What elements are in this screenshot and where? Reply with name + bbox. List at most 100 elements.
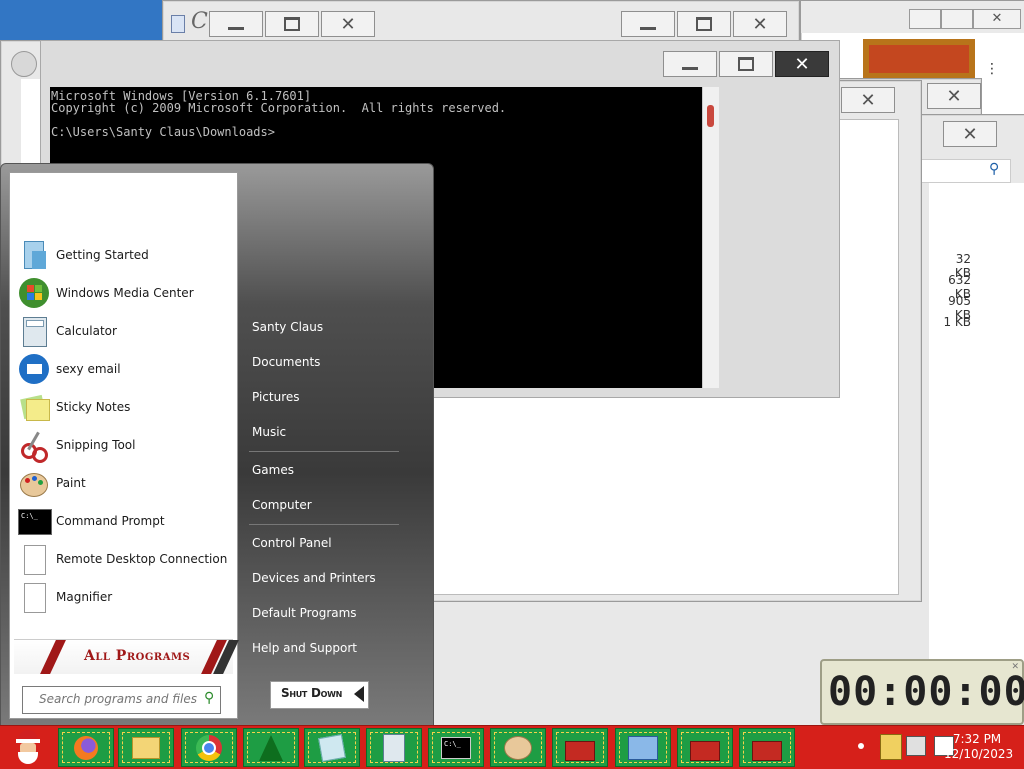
maximize-button[interactable] bbox=[265, 11, 319, 37]
close-button[interactable] bbox=[841, 87, 895, 113]
start-right-computer[interactable]: Computer bbox=[252, 495, 312, 515]
menu-separator bbox=[249, 451, 399, 452]
taskbar-clock[interactable]: 7:32 PM 12/10/2023 bbox=[944, 732, 1014, 762]
minimize-button[interactable] bbox=[621, 11, 675, 37]
close-button[interactable] bbox=[733, 11, 787, 37]
taskbar-chrome[interactable] bbox=[181, 728, 237, 767]
gadget-close-icon[interactable]: ✕ bbox=[1011, 662, 1019, 672]
decorative-stripe bbox=[40, 640, 66, 674]
christmas-tree-icon bbox=[259, 734, 283, 761]
timer-display: 00:00:00 bbox=[828, 669, 1024, 715]
close-button[interactable]: ✕ bbox=[973, 9, 1021, 29]
cmd-icon: C:\_ bbox=[441, 736, 471, 759]
start-search-input[interactable] bbox=[23, 687, 201, 711]
scrollbar-thumb[interactable] bbox=[707, 105, 714, 127]
start-right-games[interactable]: Games bbox=[252, 460, 294, 480]
document-icon bbox=[18, 543, 50, 575]
firefox-icon bbox=[74, 735, 98, 760]
vertical-scrollbar[interactable] bbox=[702, 87, 719, 388]
start-right-help-and-support[interactable]: Help and Support bbox=[252, 638, 357, 658]
back-button[interactable] bbox=[11, 51, 37, 77]
start-item-snipping-tool[interactable]: Snipping Tool bbox=[18, 427, 233, 463]
minimize-button[interactable] bbox=[909, 9, 941, 29]
taskbar-file-explorer[interactable] bbox=[118, 728, 174, 767]
start-item-label: Windows Media Center bbox=[56, 286, 194, 300]
action-center-icon[interactable] bbox=[880, 734, 902, 760]
shutdown-label: Shut Down bbox=[281, 686, 343, 700]
cmd-icon: C:\_ bbox=[18, 505, 52, 537]
file-explorer-icon bbox=[132, 736, 160, 759]
search-icon[interactable]: ⚲ bbox=[989, 161, 999, 177]
taskbar-toolbox-2[interactable] bbox=[677, 728, 733, 767]
taskbar-command-prompt[interactable]: C:\_ bbox=[428, 728, 484, 767]
start-item-sexy-email[interactable]: sexy email bbox=[18, 351, 233, 387]
start-item-paint[interactable]: Paint bbox=[18, 465, 233, 501]
all-programs-label: All Programs bbox=[84, 648, 191, 664]
start-item-magnifier[interactable]: Magnifier bbox=[18, 579, 233, 615]
taskbar-sticky-notes[interactable] bbox=[304, 728, 360, 767]
scissors-icon bbox=[18, 429, 50, 463]
start-item-remote-desktop-connection[interactable]: Remote Desktop Connection bbox=[18, 541, 233, 577]
shutdown-options-arrow-icon[interactable] bbox=[354, 686, 364, 702]
menu-separator bbox=[249, 524, 399, 525]
close-button[interactable] bbox=[321, 11, 375, 37]
toolbox-icon bbox=[565, 740, 595, 761]
toolbox-icon bbox=[690, 740, 720, 761]
timer-gadget[interactable]: 00:00:00 ✕ bbox=[820, 659, 1024, 725]
background-window-1[interactable]: C bbox=[162, 0, 800, 42]
taskbar-toolbox-3[interactable] bbox=[739, 728, 795, 767]
close-button[interactable] bbox=[943, 121, 997, 147]
start-right-music[interactable]: Music bbox=[252, 422, 286, 442]
taskbar-firefox[interactable] bbox=[58, 728, 114, 767]
taskbar-christmas-tree[interactable] bbox=[243, 728, 299, 767]
maximize-button[interactable] bbox=[677, 11, 731, 37]
console-prompt: C:\Users\Santy Claus\Downloads> bbox=[51, 125, 275, 139]
console-line: Copyright (c) 2009 Microsoft Corporation… bbox=[51, 101, 507, 115]
control-panel-icon bbox=[628, 735, 658, 760]
taskbar-paint[interactable] bbox=[490, 728, 546, 767]
start-right-devices-and-printers[interactable]: Devices and Printers bbox=[252, 568, 376, 588]
shutdown-button[interactable]: Shut Down bbox=[270, 681, 369, 709]
taskbar-control-panel[interactable] bbox=[615, 728, 671, 767]
search-icon[interactable]: ⚲ bbox=[204, 690, 214, 706]
more-options-icon[interactable]: ⋮ bbox=[985, 61, 999, 77]
start-item-getting-started[interactable]: Getting Started bbox=[18, 237, 233, 273]
minimize-button[interactable] bbox=[209, 11, 263, 37]
clock-time: 7:32 PM bbox=[952, 732, 1002, 746]
sticky-notes-icon bbox=[18, 391, 50, 423]
network-icon[interactable] bbox=[906, 736, 926, 756]
minimize-button[interactable] bbox=[663, 51, 717, 77]
start-right-pictures[interactable]: Pictures bbox=[252, 387, 300, 407]
chrome-icon bbox=[196, 734, 222, 761]
start-item-label: Paint bbox=[56, 476, 86, 490]
start-right-default-programs[interactable]: Default Programs bbox=[252, 603, 357, 623]
start-item-label: sexy email bbox=[56, 362, 121, 376]
show-hidden-icons-icon[interactable] bbox=[858, 743, 864, 749]
start-search-box[interactable]: ⚲ bbox=[22, 686, 221, 714]
close-button[interactable] bbox=[927, 83, 981, 109]
start-item-command-prompt[interactable]: C:\_ Command Prompt bbox=[18, 503, 233, 539]
start-right-user-folder[interactable]: Santy Claus bbox=[252, 317, 323, 337]
calculator-icon bbox=[18, 315, 50, 347]
start-item-sticky-notes[interactable]: Sticky Notes bbox=[18, 389, 233, 425]
clock-date: 12/10/2023 bbox=[944, 747, 1014, 761]
thunderbird-icon bbox=[18, 353, 50, 385]
app-icon bbox=[171, 15, 185, 33]
start-button[interactable] bbox=[2, 727, 54, 768]
taskbar: C:\_ 7:32 PM 12/10/2023 bbox=[0, 725, 1024, 769]
start-right-control-panel[interactable]: Control Panel bbox=[252, 533, 332, 553]
start-menu-programs-pane: Getting Started Windows Media Center Cal… bbox=[9, 172, 239, 719]
taskbar-toolbox-1[interactable] bbox=[552, 728, 608, 767]
start-item-calculator[interactable]: Calculator bbox=[18, 313, 233, 349]
taskbar-calculator[interactable] bbox=[366, 728, 422, 767]
close-button[interactable] bbox=[775, 51, 829, 77]
maximize-button[interactable] bbox=[719, 51, 773, 77]
start-item-windows-media-center[interactable]: Windows Media Center bbox=[18, 275, 233, 311]
start-right-documents[interactable]: Documents bbox=[252, 352, 320, 372]
maximize-button[interactable] bbox=[941, 9, 973, 29]
start-item-label: Calculator bbox=[56, 324, 117, 338]
all-programs-button[interactable]: All Programs bbox=[14, 639, 239, 674]
start-item-label: Remote Desktop Connection bbox=[56, 552, 228, 566]
picture-thumbnail bbox=[863, 39, 975, 79]
document-icon bbox=[18, 581, 50, 613]
